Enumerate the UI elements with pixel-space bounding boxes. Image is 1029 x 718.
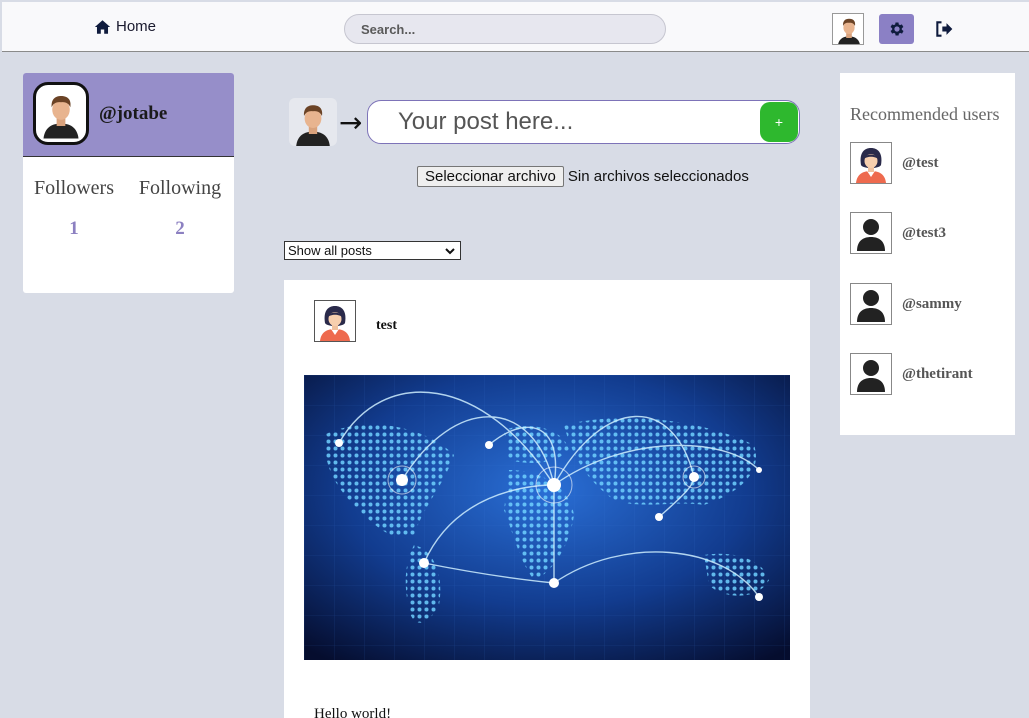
followers-count: 1: [69, 218, 79, 239]
top-navbar: Home: [2, 2, 1029, 52]
avatar: [850, 283, 892, 325]
avatar: [850, 142, 892, 184]
home-link[interactable]: Home: [94, 18, 156, 35]
profile-avatar[interactable]: [33, 82, 89, 145]
post-image: [304, 375, 790, 660]
followers-label: Followers: [34, 177, 114, 199]
recommended-user[interactable]: @test: [850, 142, 938, 184]
following-count: 2: [175, 218, 185, 239]
gear-icon: [890, 22, 904, 36]
post-card: test Hello world!: [284, 280, 810, 718]
avatar: [850, 353, 892, 395]
file-status: Sin archivos seleccionados: [567, 168, 749, 185]
female-avatar-icon: [851, 143, 891, 183]
home-icon: [94, 19, 111, 34]
arrow-icon: →: [339, 106, 363, 139]
recommended-users-panel: Recommended users @test @test3 @sammy @t…: [840, 73, 1015, 435]
following-stat[interactable]: Following 2: [136, 177, 224, 240]
avatar: [833, 14, 864, 45]
avatar: [289, 98, 337, 146]
post-text: Hello world!: [314, 706, 392, 718]
profile-header: @jotabe: [23, 73, 234, 157]
search-input[interactable]: [344, 14, 666, 44]
post-author[interactable]: test: [376, 318, 397, 334]
submit-post-button[interactable]: +: [760, 102, 798, 142]
post-filter-select[interactable]: Show all posts: [284, 241, 461, 260]
default-user-icon: [851, 213, 891, 253]
composer-avatar: [289, 98, 337, 146]
avatar: [315, 301, 355, 341]
following-label: Following: [138, 177, 222, 199]
recommended-title: Recommended users: [850, 104, 1000, 124]
followers-stat[interactable]: Followers 1: [34, 177, 114, 240]
recommended-handle: @test: [902, 154, 939, 171]
home-label: Home: [116, 18, 157, 35]
default-user-icon: [851, 284, 891, 324]
file-picker: Seleccionar archivo Sin archivos selecci…: [417, 166, 749, 187]
recommended-handle: @test3: [902, 224, 946, 241]
recommended-handle: @sammy: [902, 295, 962, 312]
recommended-user[interactable]: @thetirant: [850, 353, 973, 395]
recommended-user[interactable]: @test3: [850, 212, 946, 254]
profile-card: @jotabe Followers 1 Following 2: [23, 73, 234, 293]
post-author-avatar[interactable]: [314, 300, 356, 342]
recommended-handle: @thetirant: [902, 365, 973, 382]
post-input[interactable]: [367, 100, 800, 144]
filter-selected: Show all posts: [288, 243, 372, 258]
choose-file-button[interactable]: Seleccionar archivo: [417, 166, 564, 187]
profile-handle: @jotabe: [99, 103, 168, 124]
settings-button[interactable]: [879, 14, 914, 44]
avatar: [36, 88, 86, 139]
recommended-user[interactable]: @sammy: [850, 283, 962, 325]
default-user-icon: [851, 354, 891, 394]
user-avatar-button[interactable]: [832, 13, 864, 45]
chevron-down-icon: [445, 248, 455, 255]
logout-icon[interactable]: [934, 19, 954, 39]
avatar: [850, 212, 892, 254]
